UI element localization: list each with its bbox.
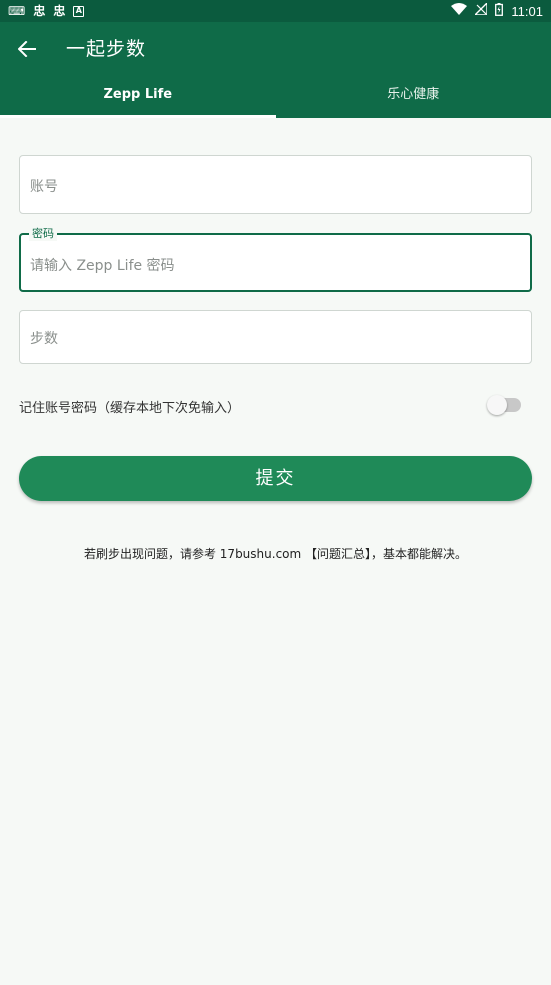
wifi-icon [451, 3, 468, 19]
password-placeholder: 请输入 Zepp Life 密码 [30, 258, 175, 274]
tab-label: Zepp Life [103, 87, 173, 102]
clock-time: 11:01 [511, 3, 543, 19]
tab-indicator [0, 115, 276, 118]
tab-zepp-life[interactable]: Zepp Life [0, 80, 276, 118]
remember-toggle[interactable] [487, 395, 521, 415]
steps-placeholder: 步数 [30, 331, 58, 347]
app-bar: 一起步数 Zepp Life 乐心健康 [0, 22, 551, 118]
steps-field[interactable]: 步数 [19, 310, 532, 364]
battery-icon [495, 2, 504, 20]
signal-off-icon [473, 1, 489, 19]
remember-label: 记住账号密码（缓存本地下次免输入） [19, 401, 241, 416]
account-field[interactable]: 账号 [19, 155, 532, 214]
toggle-knob [487, 395, 507, 415]
password-label: 密码 [29, 227, 57, 241]
help-tip: 若刷步出现问题，请参考 17bushu.com 【问题汇总】，基本都能解决。 [83, 547, 468, 561]
status-bar: ⌨ 忠 忠 A 11:01 [0, 0, 551, 22]
password-field[interactable]: 密码 请输入 Zepp Life 密码 [19, 227, 532, 292]
arrow-left-icon [18, 41, 36, 57]
back-button[interactable] [14, 36, 40, 62]
page-title: 一起步数 [66, 38, 147, 60]
tab-bar: Zepp Life 乐心健康 [0, 80, 551, 118]
submit-button[interactable]: 提交 [19, 456, 532, 501]
tab-label: 乐心健康 [387, 87, 440, 102]
keyboard-icon: ⌨ [8, 4, 26, 18]
tab-lexin-health[interactable]: 乐心健康 [276, 80, 551, 118]
a-badge-icon: A [73, 5, 85, 17]
app-icon-2: 忠 [53, 4, 66, 18]
account-placeholder: 账号 [30, 179, 58, 195]
app-icon-1: 忠 [33, 4, 46, 18]
